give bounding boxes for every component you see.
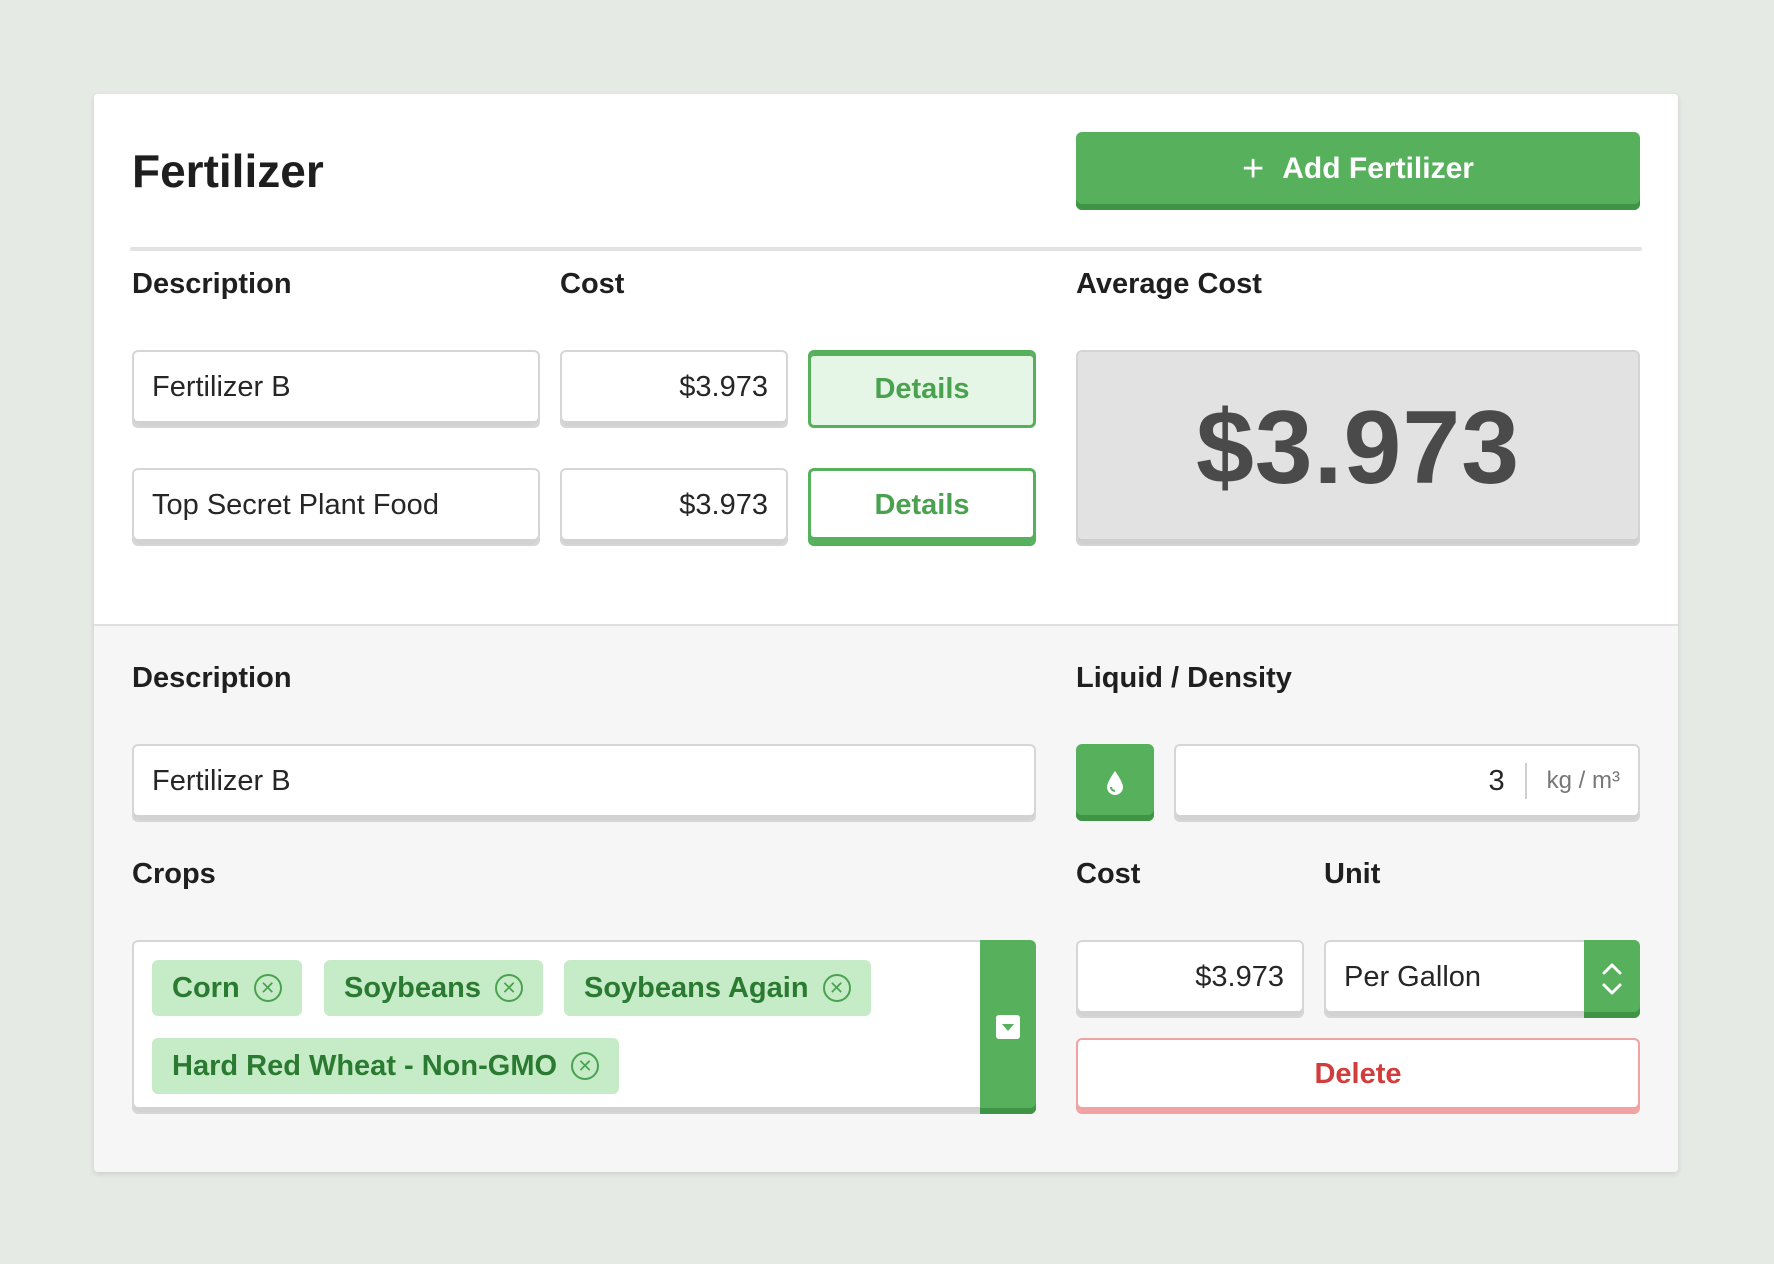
add-fertilizer-label: Add Fertilizer <box>1282 152 1474 185</box>
row-cost-input[interactable]: $3.973 <box>560 468 788 546</box>
crop-tag-label: Hard Red Wheat - Non-GMO <box>172 1049 558 1082</box>
average-cost-label: Average Cost <box>1076 268 1262 300</box>
details-button-label: Details <box>874 489 970 521</box>
row-description-input[interactable]: Fertilizer B <box>132 350 540 428</box>
page-title: Fertilizer <box>132 145 324 197</box>
editor-description-value: Fertilizer B <box>152 764 291 797</box>
add-fertilizer-button[interactable]: + Add Fertilizer <box>1076 132 1640 210</box>
remove-tag-icon[interactable]: ✕ <box>253 974 282 1002</box>
average-cost-display: $3.973 <box>1076 350 1640 546</box>
details-button-selected[interactable]: Details <box>808 350 1036 428</box>
remove-tag-icon[interactable]: ✕ <box>822 974 851 1002</box>
details-button[interactable]: Details <box>808 468 1036 546</box>
row-cost-value: $3.973 <box>679 370 768 403</box>
crop-tag-soybeans: Soybeans ✕ <box>324 960 543 1016</box>
crops-dropdown-toggle[interactable] <box>980 940 1036 1114</box>
delete-button[interactable]: Delete <box>1076 1038 1640 1114</box>
row-description-value: Fertilizer B <box>152 370 291 403</box>
editor-description-label: Description <box>132 662 292 694</box>
remove-tag-icon[interactable]: ✕ <box>495 974 523 1002</box>
row-description-value: Top Secret Plant Food <box>152 488 439 521</box>
unit-select-toggle[interactable] <box>1584 940 1640 1018</box>
row-cost-input[interactable]: $3.973 <box>560 350 788 428</box>
density-input[interactable]: 3 kg / m³ <box>1174 744 1640 822</box>
description-column-label: Description <box>132 268 292 300</box>
unit-select-value: Per Gallon <box>1344 960 1482 993</box>
editor-cost-label: Cost <box>1076 858 1141 890</box>
plus-icon: + <box>1242 148 1265 190</box>
average-cost-value: $3.973 <box>1195 389 1521 506</box>
row-cost-value: $3.973 <box>679 488 768 521</box>
unit-select[interactable]: Per Gallon <box>1324 940 1640 1018</box>
cost-column-label: Cost <box>560 268 625 300</box>
density-separator <box>1524 763 1527 799</box>
row-description-input[interactable]: Top Secret Plant Food <box>132 468 540 546</box>
crop-tag-soybeans-again: Soybeans Again ✕ <box>564 960 871 1016</box>
unit-label: Unit <box>1324 858 1381 890</box>
crop-tag-label: Soybeans <box>344 971 481 1004</box>
density-unit: kg / m³ <box>1546 767 1620 794</box>
editor-cost-input[interactable]: $3.973 <box>1076 940 1304 1018</box>
editor-description-input[interactable]: Fertilizer B <box>132 744 1036 822</box>
crop-tag-hard-red-wheat: Hard Red Wheat - Non-GMO ✕ <box>152 1038 620 1094</box>
crop-tag-label: Soybeans Again <box>584 971 809 1004</box>
droplet-icon <box>1107 770 1123 795</box>
delete-button-label: Delete <box>1314 1057 1402 1090</box>
crop-tag-corn: Corn ✕ <box>152 960 302 1016</box>
details-button-label: Details <box>874 372 970 405</box>
liquid-density-label: Liquid / Density <box>1076 662 1292 694</box>
crops-multiselect[interactable]: Corn ✕ Soybeans ✕ Soybeans Again ✕ Hard … <box>132 940 1036 1114</box>
density-value: 3 <box>1488 764 1505 797</box>
caret-down-icon <box>996 1015 1020 1039</box>
crop-tag-label: Corn <box>172 971 240 1004</box>
editor-cost-value: $3.973 <box>1195 960 1284 993</box>
chevron-up-down-icon <box>1602 963 1622 995</box>
remove-tag-icon[interactable]: ✕ <box>571 1052 600 1080</box>
liquid-toggle-button[interactable] <box>1076 744 1154 821</box>
crops-label: Crops <box>132 858 216 890</box>
fertilizer-card: Fertilizer + Add Fertilizer Description … <box>94 94 1678 1172</box>
header-divider <box>130 247 1642 251</box>
